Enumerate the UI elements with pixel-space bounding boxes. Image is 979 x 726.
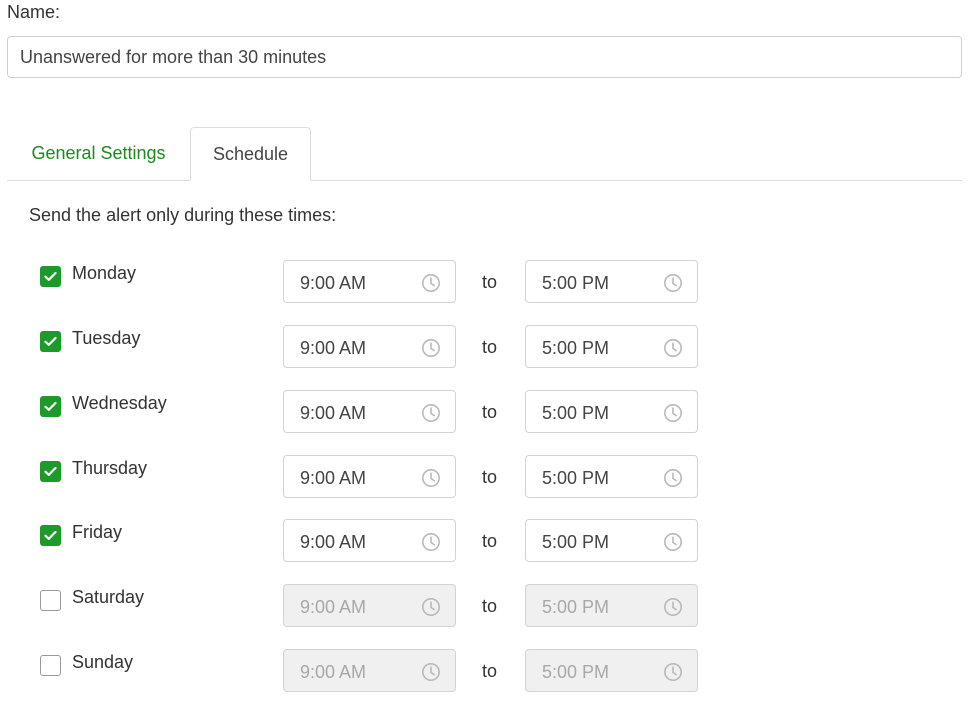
sunday-checkbox[interactable]: [40, 655, 61, 676]
clock-icon: [663, 338, 683, 363]
schedule-row: Saturday 9:00 AM to 5:00 PM: [0, 584, 979, 627]
tab-schedule[interactable]: Schedule: [190, 127, 311, 181]
wednesday-end-time[interactable]: 5:00 PM: [525, 390, 698, 433]
to-separator: to: [482, 272, 498, 292]
to-separator: to: [482, 337, 498, 357]
thursday-start-time[interactable]: 9:00 AM: [283, 455, 456, 498]
start-time-value: 9:00 AM: [300, 403, 367, 423]
friday-checkbox[interactable]: [40, 525, 61, 546]
to-separator: to: [482, 661, 498, 681]
end-time-value: 5:00 PM: [542, 662, 610, 682]
clock-icon: [421, 662, 441, 687]
clock-icon: [421, 338, 441, 363]
sunday-label: Sunday: [72, 652, 134, 672]
monday-start-time[interactable]: 9:00 AM: [283, 260, 456, 303]
schedule-row: Friday 9:00 AM to 5:00 PM: [0, 519, 979, 562]
start-time-value: 9:00 AM: [300, 338, 367, 358]
end-time-value: 5:00 PM: [542, 532, 610, 552]
clock-icon: [421, 273, 441, 298]
end-time-value: 5:00 PM: [542, 597, 610, 617]
start-time-value: 9:00 AM: [300, 273, 367, 293]
clock-icon: [421, 468, 441, 493]
tab-bar: General Settings Schedule: [7, 127, 962, 181]
clock-icon: [663, 597, 683, 622]
tuesday-start-time[interactable]: 9:00 AM: [283, 325, 456, 368]
clock-icon: [421, 532, 441, 557]
friday-start-time[interactable]: 9:00 AM: [283, 519, 456, 562]
saturday-end-time: 5:00 PM: [525, 584, 698, 627]
end-time-value: 5:00 PM: [542, 273, 610, 293]
to-separator: to: [482, 402, 498, 422]
monday-end-time[interactable]: 5:00 PM: [525, 260, 698, 303]
name-label: Name:: [7, 2, 61, 22]
clock-icon: [663, 662, 683, 687]
wednesday-start-time[interactable]: 9:00 AM: [283, 390, 456, 433]
saturday-start-time: 9:00 AM: [283, 584, 456, 627]
clock-icon: [421, 597, 441, 622]
tuesday-label: Tuesday: [72, 328, 141, 348]
tab-general-settings[interactable]: General Settings: [7, 127, 190, 180]
wednesday-label: Wednesday: [72, 393, 167, 413]
clock-icon: [663, 273, 683, 298]
end-time-value: 5:00 PM: [542, 338, 610, 358]
start-time-value: 9:00 AM: [300, 597, 367, 617]
start-time-value: 9:00 AM: [300, 662, 367, 682]
to-separator: to: [482, 596, 498, 616]
tuesday-end-time[interactable]: 5:00 PM: [525, 325, 698, 368]
schedule-row: Monday 9:00 AM to 5:00 PM: [0, 260, 979, 303]
monday-label: Monday: [72, 263, 137, 283]
monday-checkbox[interactable]: [40, 266, 61, 287]
thursday-end-time[interactable]: 5:00 PM: [525, 455, 698, 498]
clock-icon: [663, 403, 683, 428]
sunday-start-time: 9:00 AM: [283, 649, 456, 692]
end-time-value: 5:00 PM: [542, 468, 610, 488]
tuesday-checkbox[interactable]: [40, 331, 61, 352]
friday-end-time[interactable]: 5:00 PM: [525, 519, 698, 562]
clock-icon: [421, 403, 441, 428]
schedule-row: Thursday 9:00 AM to 5:00 PM: [0, 455, 979, 498]
clock-icon: [663, 532, 683, 557]
schedule-row: Wednesday 9:00 AM to 5:00 PM: [0, 390, 979, 433]
saturday-label: Saturday: [72, 587, 145, 607]
to-separator: to: [482, 531, 498, 551]
clock-icon: [663, 468, 683, 493]
schedule-row: Tuesday 9:00 AM to 5:00 PM: [0, 325, 979, 368]
wednesday-checkbox[interactable]: [40, 396, 61, 417]
saturday-checkbox[interactable]: [40, 590, 61, 611]
name-input[interactable]: [7, 36, 962, 78]
start-time-value: 9:00 AM: [300, 468, 367, 488]
schedule-row: Sunday 9:00 AM to 5:00 PM: [0, 649, 979, 692]
thursday-label: Thursday: [72, 458, 148, 478]
schedule-instructions: Send the alert only during these times:: [29, 205, 337, 225]
start-time-value: 9:00 AM: [300, 532, 367, 552]
to-separator: to: [482, 467, 498, 487]
thursday-checkbox[interactable]: [40, 461, 61, 482]
friday-label: Friday: [72, 522, 123, 542]
end-time-value: 5:00 PM: [542, 403, 610, 423]
sunday-end-time: 5:00 PM: [525, 649, 698, 692]
